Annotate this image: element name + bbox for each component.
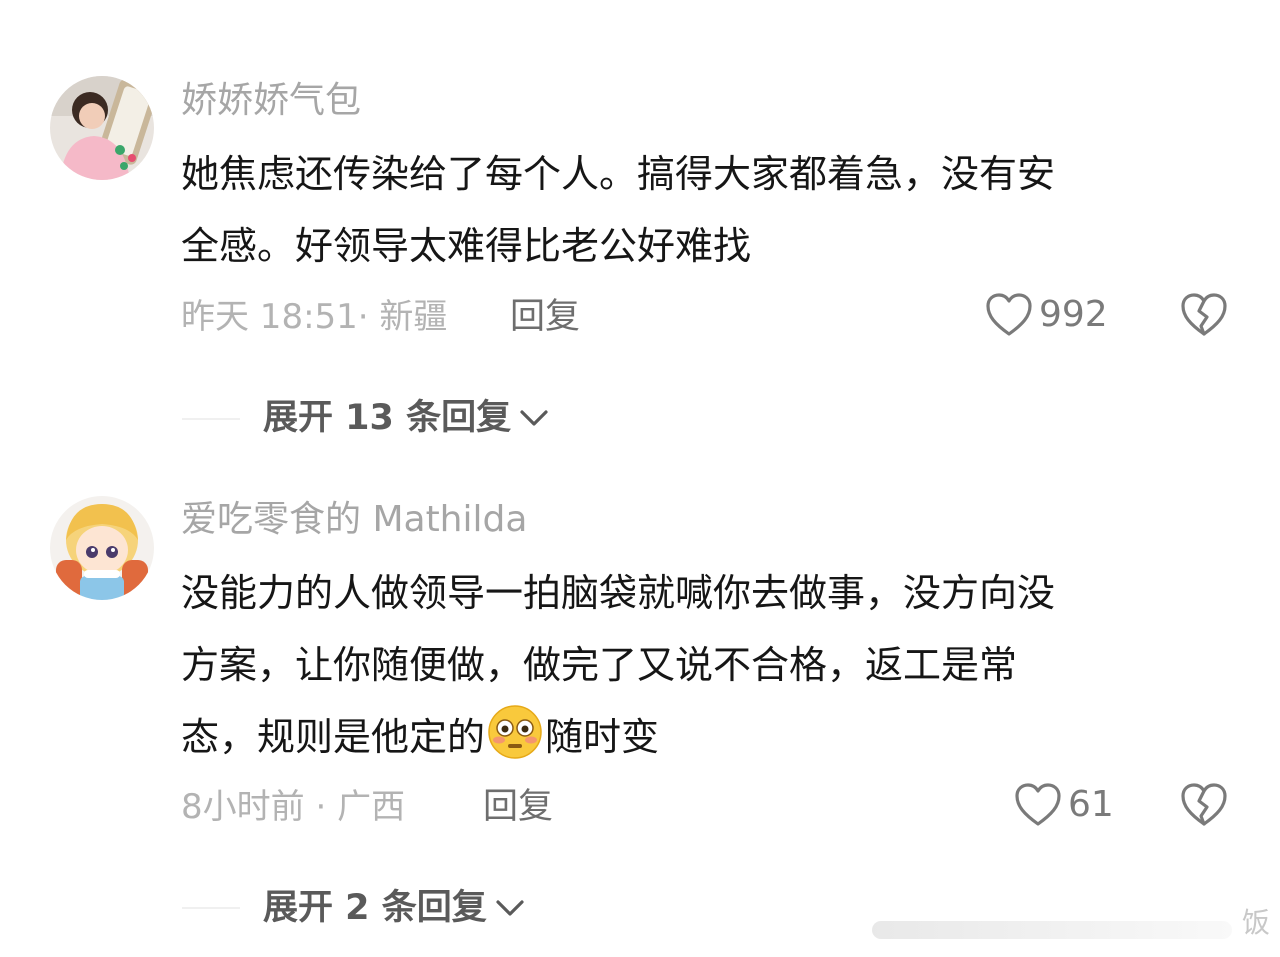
expand-divider <box>182 418 240 420</box>
comment-meta: 昨天 18:51· 新疆 <box>181 297 448 337</box>
watermark: 饭 <box>1241 906 1270 939</box>
expand-replies-label: 展开 2 条回复 <box>263 888 487 928</box>
expand-divider <box>182 907 240 909</box>
comment-username[interactable]: 娇娇娇气包 <box>181 79 361 123</box>
like-count: 992 <box>1039 294 1108 335</box>
watermark-bar <box>872 921 1232 939</box>
expand-replies-button[interactable]: 展开 2 条回复 <box>263 886 527 930</box>
avatar-image <box>50 76 154 180</box>
reply-button[interactable]: 回复 <box>510 295 580 339</box>
like-button[interactable]: 61 <box>1014 782 1114 828</box>
comment-content: 没能力的人做领导一拍脑袋就喊你去做事，没方向没 方案，让你随便做，做完了又说不合… <box>181 557 1211 773</box>
like-button[interactable]: 992 <box>985 292 1108 338</box>
chevron-down-icon <box>520 410 548 426</box>
comment-content-line: 她焦虑还传染给了每个人。搞得大家都着急，没有安 <box>181 152 1056 196</box>
comment-content-text: 态，规则是他定的 <box>181 715 486 759</box>
dislike-button[interactable] <box>1180 292 1228 342</box>
comment-meta: 8小时前 · 广西 <box>181 787 406 827</box>
comment-list: 娇娇娇气包 她焦虑还传染给了每个人。搞得大家都着急，没有安 全感。好领导太难得比… <box>0 0 1280 957</box>
comment-content-line: 没能力的人做领导一拍脑袋就喊你去做事，没方向没 <box>181 571 1056 615</box>
comment-time: 昨天 18:51 <box>181 297 358 337</box>
expand-replies-label: 展开 13 条回复 <box>263 398 512 438</box>
comment-content-line: 全感。好领导太难得比老公好难找 <box>181 224 752 268</box>
avatar[interactable] <box>50 496 154 600</box>
avatar-image <box>50 496 154 600</box>
comment-content-text: 随时变 <box>545 715 660 759</box>
chevron-down-icon <box>496 900 524 916</box>
broken-heart-icon <box>1181 783 1227 826</box>
comment-location: 新疆 <box>379 297 448 337</box>
comment-content: 她焦虑还传染给了每个人。搞得大家都着急，没有安 全感。好领导太难得比老公好难找 <box>181 138 1211 282</box>
comment-location: 广西 <box>337 787 406 827</box>
like-count: 61 <box>1068 784 1114 825</box>
comment-time: 8小时前 <box>181 787 305 827</box>
expand-replies-button[interactable]: 展开 13 条回复 <box>263 396 551 440</box>
avatar[interactable] <box>50 76 154 180</box>
reply-button[interactable]: 回复 <box>483 785 553 829</box>
comment-content-line: 方案，让你随便做，做完了又说不合格，返工是常 <box>181 643 1018 687</box>
broken-heart-icon <box>1181 293 1227 336</box>
heart-outline-icon <box>1015 783 1061 826</box>
flushed-emoji-icon <box>488 705 542 759</box>
comment-username[interactable]: 爱吃零食的 Mathilda <box>181 498 527 542</box>
dislike-button[interactable] <box>1180 782 1228 832</box>
heart-outline-icon <box>986 293 1032 336</box>
comment-content-line: 态，规则是他定的 随时变 <box>181 701 1211 773</box>
